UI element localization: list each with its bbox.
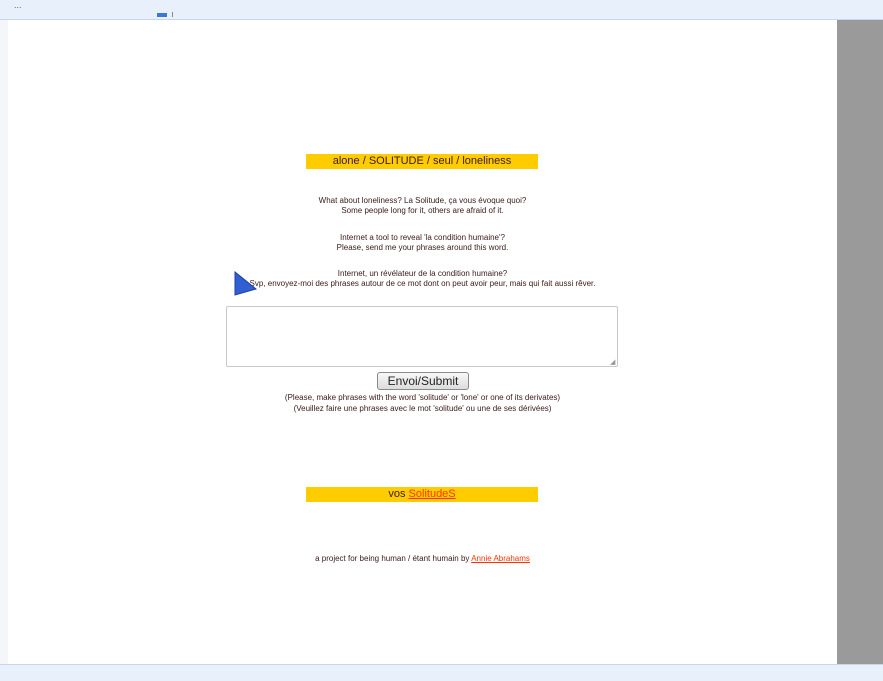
solitudes-banner: vos SolitudeS <box>306 487 538 502</box>
credit-line: a project for being human / étant humain… <box>8 554 837 563</box>
tab-divider <box>172 12 173 17</box>
right-gray-panel <box>837 20 883 664</box>
tab-indicator[interactable] <box>157 13 167 17</box>
mouse-pointer-icon <box>234 271 258 296</box>
credit-text: a project for being human / étant humain… <box>315 554 470 563</box>
solitudes-link[interactable]: SolitudeS <box>409 488 456 500</box>
intro-paragraph-1: What about loneliness? La Solitude, ça v… <box>8 196 837 216</box>
intro-line: Some people long for it, others are afra… <box>341 206 504 215</box>
intro-line: Internet a tool to reveal 'la condition … <box>340 233 505 242</box>
author-link[interactable]: Annie Abrahams <box>471 554 530 563</box>
top-bar-text: ... <box>14 0 22 10</box>
intro-line: Please, send me your phrases around this… <box>336 243 509 252</box>
intro-paragraph-3: Internet, un révélateur de la condition … <box>8 269 837 289</box>
submit-button[interactable]: Envoi/Submit <box>377 372 469 390</box>
left-edge <box>0 20 8 664</box>
intro-paragraph-2: Internet a tool to reveal 'la condition … <box>8 233 837 253</box>
browser-top-bar: ... <box>0 0 883 20</box>
form-note-fr: (Veuillez faire une phrases avec le mot … <box>293 404 552 413</box>
browser-bottom-bar <box>0 664 883 681</box>
form-note-en: (Please, make phrases with the word 'sol… <box>284 393 561 402</box>
resize-grip-icon[interactable]: ◢ <box>610 358 615 366</box>
phrase-textarea[interactable] <box>226 306 618 367</box>
page-content: alone / SOLITUDE / seul / loneliness Wha… <box>8 20 837 664</box>
title-banner: alone / SOLITUDE / seul / loneliness <box>306 154 538 169</box>
solitudes-prefix: vos <box>388 488 406 500</box>
intro-line: What about loneliness? La Solitude, ça v… <box>318 196 527 205</box>
intro-line: Svp, envoyez-moi des phrases autour de c… <box>249 279 596 288</box>
intro-line: Internet, un révélateur de la condition … <box>337 269 508 278</box>
